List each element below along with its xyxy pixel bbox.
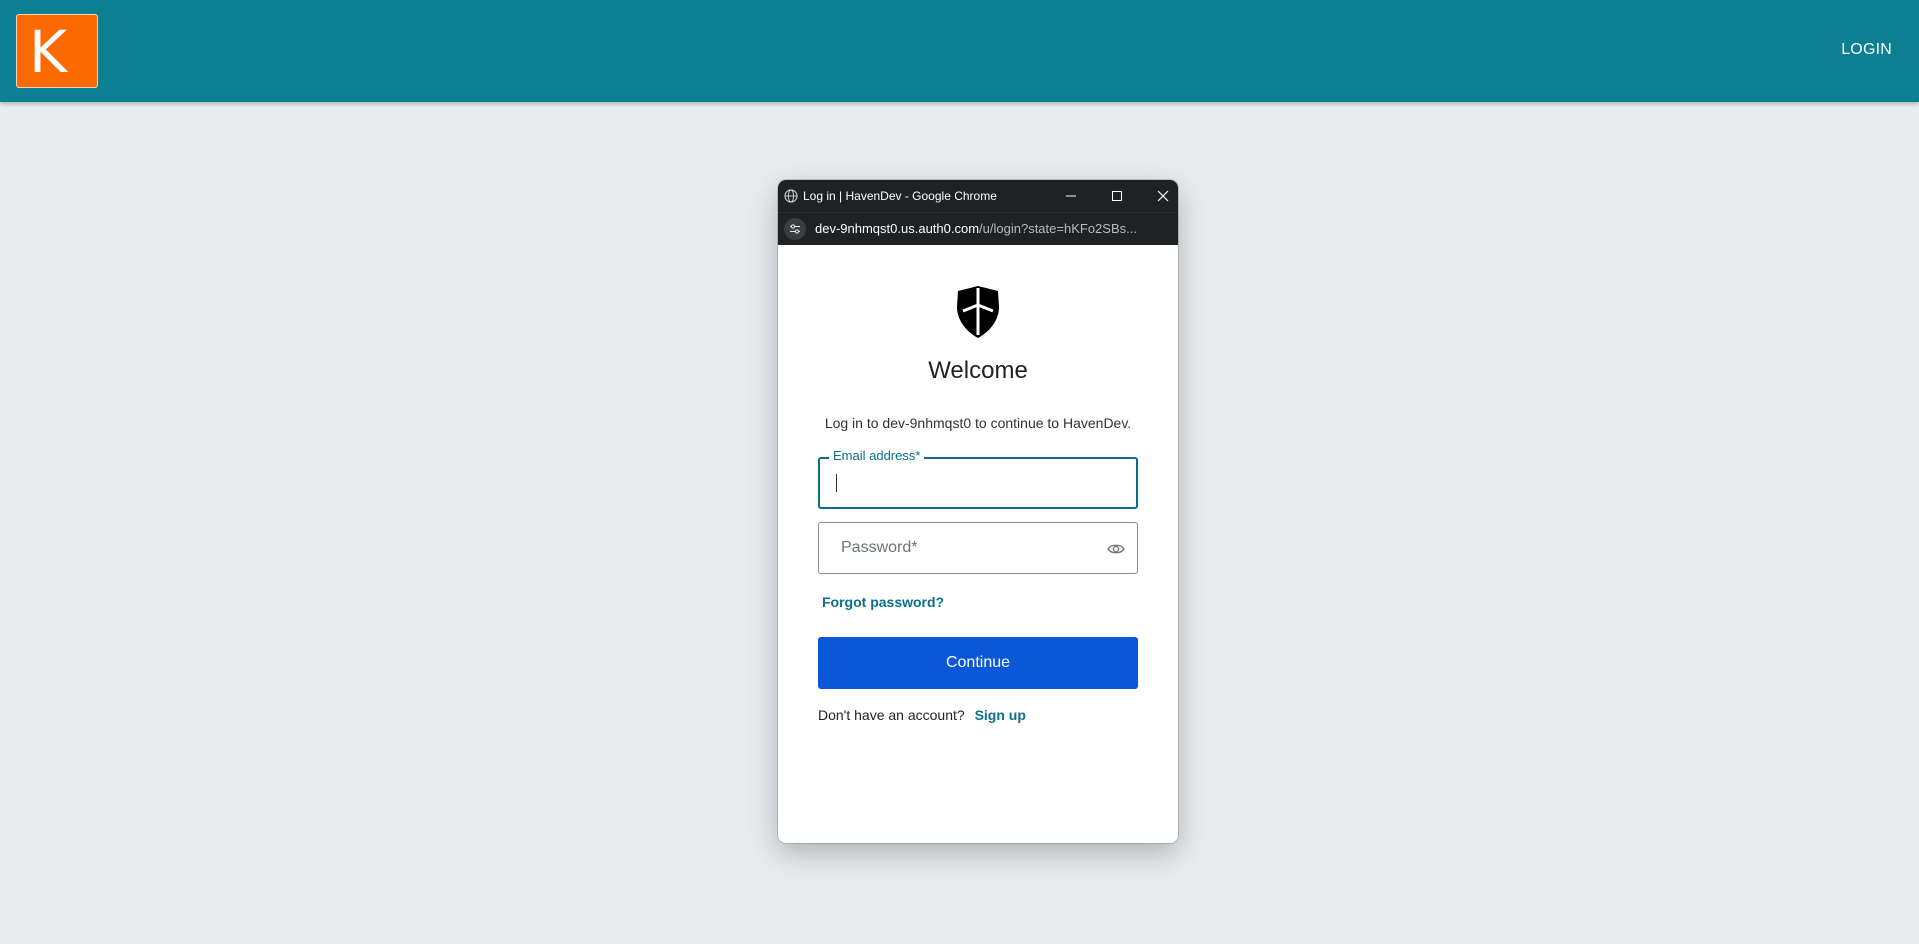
app-logo[interactable]: K: [16, 14, 98, 88]
site-settings-button[interactable]: [784, 218, 806, 240]
login-link[interactable]: LOGIN: [1841, 41, 1892, 59]
login-popup-window: Log in | HavenDev - Google Chrome dev-9n…: [778, 180, 1178, 843]
email-label: Email address*: [829, 448, 925, 463]
url-text[interactable]: dev-9nhmqst0.us.auth0.com/u/login?state=…: [815, 221, 1170, 236]
address-bar: dev-9nhmqst0.us.auth0.com/u/login?state=…: [778, 212, 1178, 245]
minimize-button[interactable]: [1061, 186, 1081, 206]
eye-icon[interactable]: [1107, 540, 1125, 558]
no-account-text: Don't have an account?: [818, 707, 965, 723]
email-field[interactable]: Email address*: [818, 448, 1138, 509]
login-subtitle: Log in to dev-9nhmqst0 to continue to Ha…: [824, 415, 1132, 431]
signup-link[interactable]: Sign up: [975, 707, 1026, 723]
minimize-icon: [1066, 195, 1076, 197]
tune-icon: [790, 224, 800, 234]
globe-icon: [784, 189, 798, 203]
url-host: dev-9nhmqst0.us.auth0.com: [815, 221, 980, 236]
close-button[interactable]: [1153, 186, 1173, 206]
forgot-password-link[interactable]: Forgot password?: [822, 594, 944, 610]
maximize-button[interactable]: [1107, 186, 1127, 206]
password-field[interactable]: Password*: [818, 522, 1138, 574]
url-path: /u/login?state=hKFo2SBs...: [979, 221, 1137, 236]
close-icon: [1157, 190, 1169, 202]
text-caret: [836, 474, 837, 492]
app-header: K LOGIN: [0, 0, 1919, 102]
login-form: Welcome Log in to dev-9nhmqst0 to contin…: [778, 245, 1178, 843]
shield-icon: [957, 286, 999, 338]
password-placeholder: Password*: [841, 539, 918, 556]
continue-button[interactable]: Continue: [818, 637, 1138, 689]
welcome-heading: Welcome: [928, 357, 1028, 384]
window-title: Log in | HavenDev - Google Chrome: [803, 189, 997, 203]
window-titlebar: Log in | HavenDev - Google Chrome: [778, 180, 1178, 212]
maximize-icon: [1112, 191, 1122, 201]
signup-row: Don't have an account? Sign up: [818, 707, 1026, 723]
